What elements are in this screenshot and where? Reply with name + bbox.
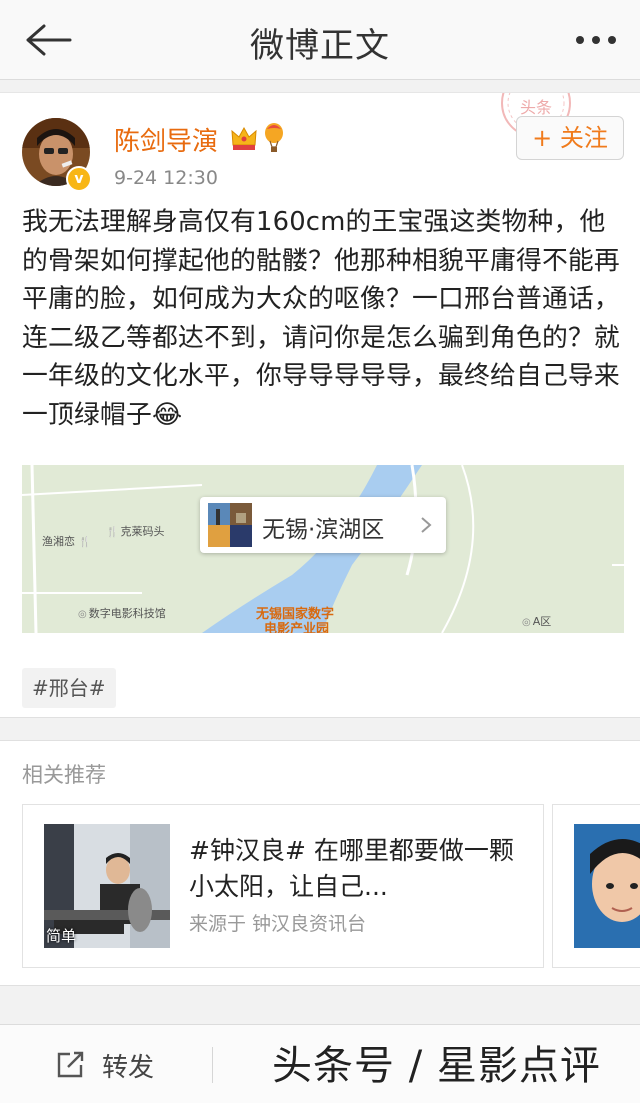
poi-icon: ◎ — [78, 609, 87, 620]
poi-icon: ◎ — [522, 617, 531, 628]
laughing-emoji-icon: 😂 — [152, 399, 183, 430]
location-map[interactable]: 渔湘恋 🍴 🍴 克莱码头 ◎ 数字电影科技馆 ◎ A区 无锡国家数字 电影产业园 无锡·… — [22, 465, 624, 633]
recommendation-card[interactable]: 简单 #钟汉良# 在哪里都要做一颗小太阳，让自己... 来源于 钟汉良资讯台 — [22, 804, 544, 968]
location-thumbnail — [208, 503, 252, 547]
chevron-right-icon — [421, 517, 432, 533]
recommendation-source: 来源于 钟汉良资讯台 — [189, 913, 367, 935]
recommendation-title: #钟汉良# 在哪里都要做一颗小太阳，让自己... — [189, 836, 514, 901]
repost-label: 转发 — [102, 1053, 155, 1083]
divider — [212, 1047, 213, 1083]
post-timestamp: 9-24 12:30 — [114, 167, 218, 189]
verified-badge: v — [66, 166, 92, 192]
map-landmark-label: 无锡国家数字 电影产业园 — [256, 607, 335, 633]
poi-icon: 🍴 — [106, 527, 119, 538]
top-nav-bar: 微博正文 — [0, 0, 640, 80]
svg-text:头条: 头条 — [520, 98, 552, 117]
location-popup[interactable]: 无锡·滨湖区 — [200, 497, 446, 553]
map-label: ◎ 数字电影科技馆 — [78, 607, 166, 620]
crown-icon — [231, 126, 257, 150]
bottom-action-bar: 转发 头条号 / 星影点评 — [0, 1024, 640, 1103]
map-label: ◎ A区 — [522, 615, 552, 628]
related-recommendations: 相关推荐 简单 #钟汉良# 在哪里都要做一颗小太阳，让自己... 来源于 钟汉良… — [0, 740, 640, 986]
share-icon — [57, 1051, 84, 1078]
section-header: 相关推荐 — [22, 763, 106, 787]
more-options-icon[interactable] — [574, 34, 618, 46]
topic-tag[interactable]: #邢台# — [22, 668, 116, 708]
post-card: 头条 v 陈剑导演 9-24 12:30 + 关注 我无法理解身高仅有160cm… — [0, 92, 640, 718]
recommendation-thumbnail: 简单 — [44, 824, 170, 948]
balloon-icon — [265, 123, 283, 152]
thumbnail-caption: 简单 — [46, 927, 77, 945]
poi-icon: 🍴 — [78, 537, 91, 548]
map-label: 渔湘恋 🍴 — [42, 535, 91, 548]
recommendation-thumbnail — [574, 824, 640, 948]
post-text: 我无法理解身高仅有160cm的王宝强这类物种，他的骨架如何撑起他的骷髅？他那种相… — [22, 207, 620, 430]
author-name[interactable]: 陈剑导演 — [114, 121, 218, 158]
source-watermark: 头条号 / 星影点评 — [271, 1042, 601, 1089]
recommendation-card[interactable] — [552, 804, 640, 968]
post-body: 我无法理解身高仅有160cm的王宝强这类物种，他的骨架如何撑起他的骷髅？他那种相… — [22, 203, 626, 434]
map-label: 🍴 克莱码头 — [106, 525, 165, 538]
page-title: 微博正文 — [250, 26, 390, 66]
follow-button[interactable]: + 关注 — [516, 116, 624, 160]
location-name: 无锡·滨湖区 — [262, 517, 385, 543]
